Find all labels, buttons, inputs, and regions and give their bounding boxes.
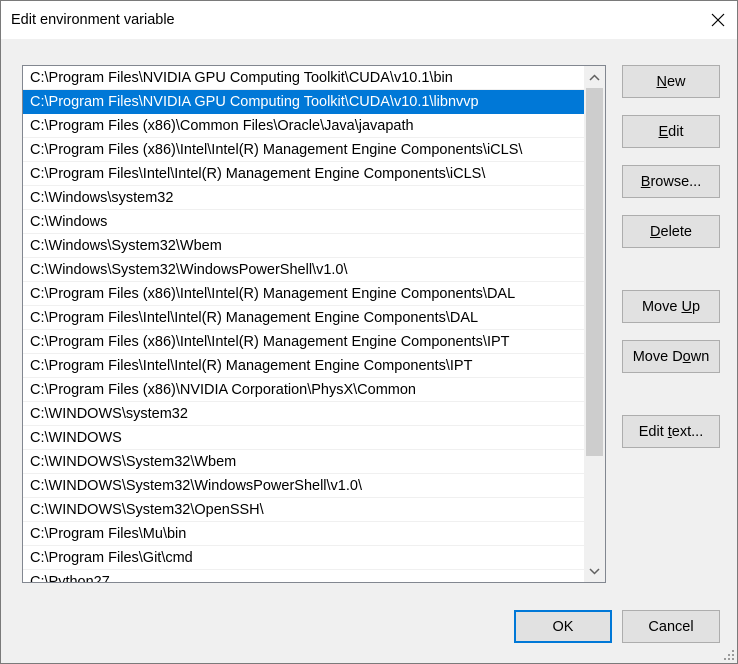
path-entry[interactable]: C:\Program Files\Mu\bin [23, 522, 584, 546]
edit-button[interactable]: Edit [622, 115, 720, 148]
resize-grip-icon[interactable] [723, 649, 735, 661]
path-entry[interactable]: C:\Program Files (x86)\Intel\Intel(R) Ma… [23, 330, 584, 354]
move-up-button-label-pre: Move [641, 298, 682, 315]
edit-environment-variable-dialog: Edit environment variable C:\Program Fil… [0, 0, 738, 664]
path-entry[interactable]: C:\Program Files\Intel\Intel(R) Manageme… [23, 306, 584, 330]
path-entry[interactable]: C:\Program Files (x86)\NVIDIA Corporatio… [23, 378, 584, 402]
edit-text-button[interactable]: Edit t ext... [622, 415, 720, 448]
path-list-items: C:\Program Files\NVIDIA GPU Computing To… [23, 66, 584, 582]
move-down-button-label-pre: Move D [632, 348, 683, 365]
path-entry[interactable]: C:\Program Files\Git\cmd [23, 546, 584, 570]
chevron-up-icon [589, 73, 600, 81]
path-entry[interactable]: C:\WINDOWS\System32\OpenSSH\ [23, 498, 584, 522]
path-entry[interactable]: C:\Windows\System32\Wbem [23, 234, 584, 258]
move-up-button[interactable]: Move Up [622, 290, 720, 323]
move-up-button-label-post: p [691, 298, 701, 315]
ok-button-label: OK [552, 618, 574, 635]
new-button-access-key: N [656, 73, 667, 90]
path-entry[interactable]: C:\WINDOWS\system32 [23, 402, 584, 426]
path-entry[interactable]: C:\Python27 [23, 570, 584, 582]
path-entry[interactable]: C:\Windows\System32\WindowsPowerShell\v1… [23, 258, 584, 282]
path-entry[interactable]: C:\WINDOWS\System32\Wbem [23, 450, 584, 474]
delete-button[interactable]: Delete [622, 215, 720, 248]
scroll-down-button[interactable] [584, 561, 605, 581]
dialog-title: Edit environment variable [11, 12, 175, 28]
move-up-button-access-key: U [681, 298, 692, 315]
close-icon [711, 13, 725, 27]
new-button-label-post: ew [666, 73, 686, 90]
scrollbar-thumb[interactable] [586, 88, 603, 456]
delete-button-label-post: elete [660, 223, 692, 240]
chevron-down-icon [589, 567, 600, 575]
path-entry[interactable]: C:\Program Files (x86)\Intel\Intel(R) Ma… [23, 282, 584, 306]
path-entry[interactable]: C:\Windows\system32 [23, 186, 584, 210]
path-entry[interactable]: C:\Windows [23, 210, 584, 234]
browse-button-label-post: rowse... [650, 173, 702, 190]
move-down-button-label-post: wn [690, 348, 710, 365]
new-button[interactable]: New [622, 65, 720, 98]
edit-text-button-label-post: ext... [671, 423, 704, 440]
path-entry[interactable]: C:\Program Files\Intel\Intel(R) Manageme… [23, 162, 584, 186]
delete-button-access-key: D [650, 223, 661, 240]
cancel-button-label: Cancel [648, 618, 694, 635]
path-entry-selected[interactable]: C:\Program Files\NVIDIA GPU Computing To… [23, 90, 584, 114]
vertical-scrollbar[interactable] [584, 66, 605, 582]
move-down-button-access-key: o [682, 348, 691, 365]
path-entry[interactable]: C:\Program Files\NVIDIA GPU Computing To… [23, 66, 584, 90]
cancel-button[interactable]: Cancel [622, 610, 720, 643]
path-entry[interactable]: C:\Program Files (x86)\Common Files\Orac… [23, 114, 584, 138]
scroll-up-button[interactable] [584, 67, 605, 87]
path-entry[interactable]: C:\WINDOWS [23, 426, 584, 450]
move-down-button[interactable]: Move Do wn [622, 340, 720, 373]
edit-text-button-label-pre: Edit [638, 423, 668, 440]
edit-button-access-key: E [658, 123, 669, 140]
path-entry[interactable]: C:\WINDOWS\System32\WindowsPowerShell\v1… [23, 474, 584, 498]
browse-button[interactable]: Browse... [622, 165, 720, 198]
path-entry[interactable]: C:\Program Files (x86)\Intel\Intel(R) Ma… [23, 138, 584, 162]
ok-button[interactable]: OK [514, 610, 612, 643]
path-list[interactable]: C:\Program Files\NVIDIA GPU Computing To… [22, 65, 606, 583]
close-button[interactable] [703, 5, 733, 35]
title-bar: Edit environment variable [1, 1, 737, 39]
path-entry[interactable]: C:\Program Files\Intel\Intel(R) Manageme… [23, 354, 584, 378]
browse-button-access-key: B [640, 173, 651, 190]
edit-button-label-post: dit [668, 123, 684, 140]
